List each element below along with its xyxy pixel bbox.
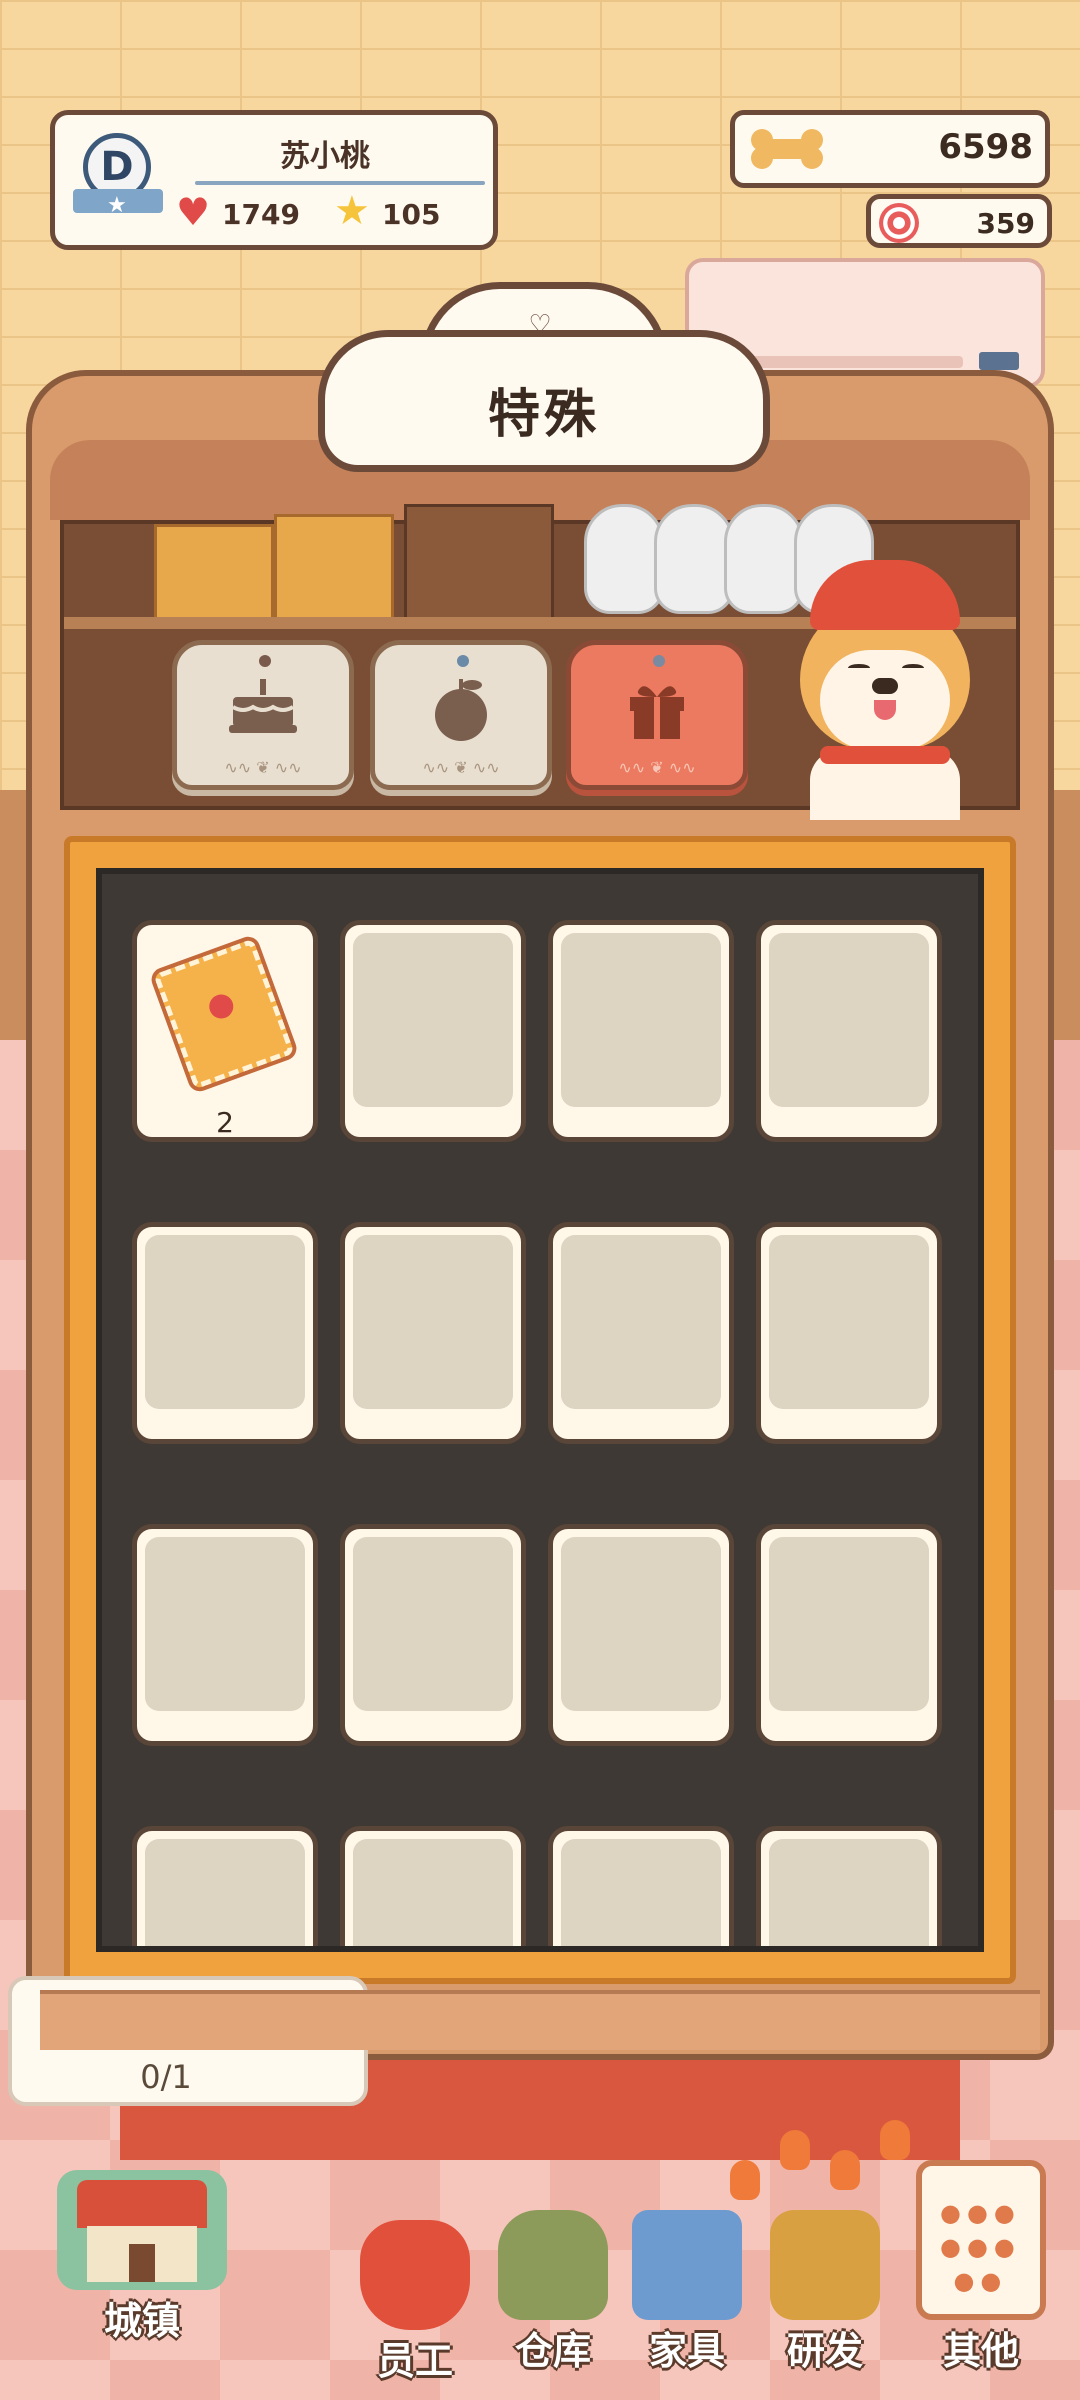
star-icon: ★ <box>107 193 127 218</box>
tab-special[interactable]: ∿∿ ❦ ∿∿ <box>566 640 748 790</box>
bone-value: 6598 <box>938 127 1033 167</box>
item-slot[interactable] <box>548 1524 734 1746</box>
tulip-decoration <box>880 2120 910 2160</box>
item-slot[interactable]: 2 <box>132 920 318 1142</box>
item-slot[interactable] <box>756 920 942 1142</box>
item-slot[interactable] <box>340 1524 526 1746</box>
tulip-decoration <box>830 2150 860 2190</box>
nav-storage-label: 仓库 <box>514 2329 591 2373</box>
item-slot[interactable] <box>756 1826 942 1946</box>
page-title: 特殊 <box>487 385 600 445</box>
tulip-decoration <box>780 2130 810 2170</box>
apron-icon <box>360 2220 470 2330</box>
candy-currency[interactable]: 359 <box>866 194 1052 248</box>
heart-icon: ♥ <box>176 190 211 234</box>
star-icon: ★ <box>334 188 370 234</box>
tulip-decoration <box>730 2160 760 2200</box>
name-underline <box>195 181 485 185</box>
item-slot[interactable] <box>756 1524 942 1746</box>
tab-desserts[interactable]: ∿∿ ❦ ∿∿ <box>172 640 354 790</box>
bone-icon <box>747 127 827 171</box>
clipboard-icon: ●●● ●●● ●● <box>916 2160 1046 2320</box>
nav-other-button[interactable]: ●●● ●●● ●● 其他 <box>906 2160 1056 2375</box>
item-board[interactable]: 2 <box>96 868 984 1952</box>
hearts-value: 1749 <box>222 198 300 231</box>
item-slot[interactable] <box>756 1222 942 1444</box>
backpack-icon <box>498 2210 608 2320</box>
item-slot[interactable] <box>548 1826 734 1946</box>
item-slot[interactable] <box>340 1826 526 1946</box>
item-count: 2 <box>216 1106 234 1139</box>
nav-research-label: 研发 <box>786 2329 863 2373</box>
item-slot[interactable] <box>132 1826 318 1946</box>
lollipop-icon <box>879 203 919 243</box>
nav-town-label: 城镇 <box>103 2299 180 2343</box>
item-slot[interactable] <box>340 1222 526 1444</box>
candy-value: 359 <box>976 207 1035 240</box>
shiba-shopkeeper[interactable] <box>790 560 980 820</box>
item-slot[interactable] <box>132 1524 318 1746</box>
nav-furniture-label: 家具 <box>648 2329 725 2373</box>
gift-icon <box>571 673 743 758</box>
nav-furniture-button[interactable]: 家具 <box>622 2210 752 2375</box>
town-house-icon <box>57 2170 227 2290</box>
lock-icon <box>770 2210 880 2320</box>
player-name: 苏小桃 <box>280 139 370 174</box>
item-slot[interactable] <box>548 920 734 1142</box>
cabinet-ledge <box>40 1990 1040 2050</box>
item-slot[interactable] <box>340 920 526 1142</box>
rank-badge: D ★ <box>73 133 163 233</box>
heart-ornament-icon: ♡ <box>528 310 552 340</box>
nav-town-button[interactable]: 城镇 <box>52 2170 232 2345</box>
nav-staff-label: 员工 <box>376 2339 453 2383</box>
stars-value: 105 <box>382 198 441 231</box>
cake-icon <box>177 673 349 752</box>
apple-icon <box>375 673 547 758</box>
paint-bucket-icon <box>632 2210 742 2320</box>
quest-progress: 0/1 <box>140 2058 192 2096</box>
nav-research-button[interactable]: 研发 <box>760 2210 890 2375</box>
item-slot[interactable] <box>548 1222 734 1444</box>
item-slot[interactable] <box>132 1222 318 1444</box>
bone-currency[interactable]: 6598 <box>730 110 1050 188</box>
nav-staff-button[interactable]: 员工 <box>350 2220 480 2385</box>
nav-storage-button[interactable]: 仓库 <box>488 2210 618 2375</box>
nav-other-label: 其他 <box>942 2329 1019 2373</box>
tab-fruits[interactable]: ∿∿ ❦ ∿∿ <box>370 640 552 790</box>
